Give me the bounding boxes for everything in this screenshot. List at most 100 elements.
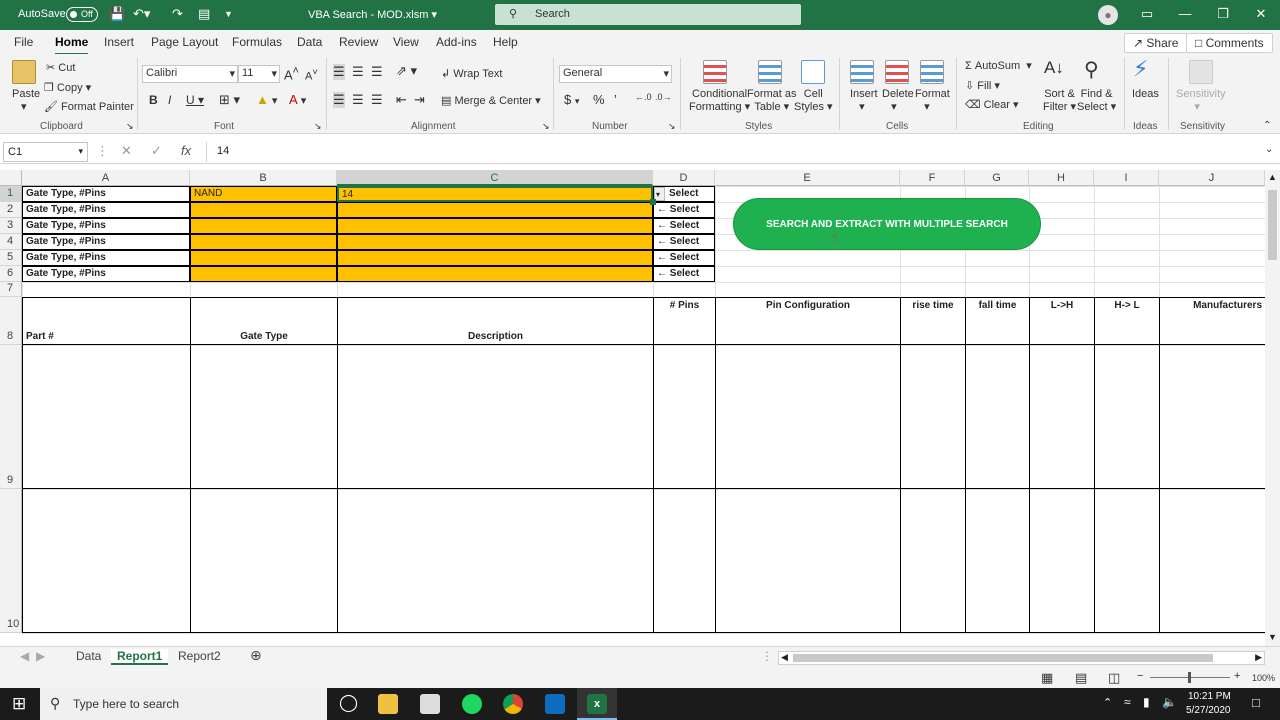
tab-page-layout[interactable]: Page Layout [151, 35, 218, 49]
column-header-d[interactable]: D [653, 170, 715, 186]
data-cell[interactable] [1159, 489, 1265, 633]
select-dropdown[interactable]: ← Select [653, 266, 715, 282]
fill-handle[interactable] [650, 199, 656, 205]
search-criteria-label[interactable]: Gate Type, #Pins [22, 186, 190, 202]
paste-dropdown-icon[interactable]: ▾ [21, 100, 27, 113]
sheet-tab-data[interactable]: Data [70, 649, 107, 663]
currency-icon[interactable]: $ ▾ [564, 92, 579, 107]
tab-view[interactable]: View [393, 35, 419, 49]
spotify-icon[interactable] [462, 694, 482, 714]
select-dropdown[interactable]: ← Select [653, 250, 715, 266]
tab-file[interactable]: File [14, 35, 33, 49]
volume-icon[interactable]: 🔈 [1162, 695, 1177, 709]
gate-type-input[interactable] [190, 250, 337, 266]
row-header-10[interactable]: 10 [0, 489, 22, 633]
search-criteria-label[interactable]: Gate Type, #Pins [22, 234, 190, 250]
font-name-select[interactable]: Calibri ▾ [142, 65, 238, 83]
table-header-a[interactable]: Part # [22, 297, 190, 345]
increase-font-icon[interactable]: A˄ [284, 65, 299, 82]
table-header-b[interactable]: Gate Type [190, 297, 337, 345]
select-dropdown[interactable]: ← Select [653, 218, 715, 234]
tab-addins[interactable]: Add-ins [436, 35, 477, 49]
pin-count-input[interactable] [337, 218, 653, 234]
dialog-launcher-icon[interactable]: ↘ [542, 121, 550, 132]
data-cell[interactable] [715, 345, 900, 489]
row-header-6[interactable]: 6 [0, 266, 22, 282]
table-header-j[interactable]: Manufacturers [1159, 297, 1265, 345]
data-cell[interactable] [900, 345, 965, 489]
zoom-level[interactable]: 100% [1252, 673, 1275, 683]
italic-icon[interactable]: I [168, 93, 171, 107]
taskbar-search[interactable]: ⚲ Type here to search [40, 688, 327, 720]
find-select-icon[interactable]: ⚲ [1084, 57, 1099, 82]
row-header-8[interactable]: 8 [0, 297, 22, 345]
horizontal-scrollbar[interactable]: ◀ ▶ [778, 651, 1265, 665]
data-cell[interactable] [190, 345, 337, 489]
battery-icon[interactable]: ▮ [1143, 695, 1150, 709]
table-header-f[interactable]: rise time [900, 297, 965, 345]
align-center-icon[interactable]: ☰ [352, 92, 364, 108]
excel-taskbar-item[interactable]: x [577, 688, 617, 720]
data-cell[interactable] [653, 489, 715, 633]
store-icon[interactable] [420, 694, 440, 714]
restore-icon[interactable]: ❐ [1204, 0, 1242, 30]
percent-icon[interactable]: % [593, 92, 605, 107]
quick-access-icon[interactable]: ▤ [198, 6, 210, 22]
comma-icon[interactable]: ’ [614, 92, 617, 107]
account-avatar[interactable]: ● [1098, 5, 1118, 25]
pin-count-input[interactable] [337, 234, 653, 250]
decrease-decimal-icon[interactable]: .0→ [655, 92, 672, 102]
pin-count-input[interactable] [337, 250, 653, 266]
data-cell[interactable] [1159, 345, 1265, 489]
spreadsheet-grid[interactable]: ABCDEFGHIJ 1 2 3 4 5 6 7 8 9 10 Gate Type, #Pins N… [0, 170, 1265, 635]
clock-time[interactable]: 10:21 PM [1188, 691, 1231, 702]
zoom-in-icon[interactable]: + [1234, 670, 1240, 682]
dialog-launcher-icon[interactable]: ↘ [126, 121, 134, 132]
pin-count-input[interactable] [337, 266, 653, 282]
align-middle-icon[interactable]: ☰ [352, 64, 364, 80]
align-right-icon[interactable]: ☰ [371, 92, 383, 108]
page-layout-view-icon[interactable]: ▤ [1075, 670, 1087, 686]
tab-insert[interactable]: Insert [104, 35, 134, 49]
underline-icon[interactable]: U ▾ [186, 93, 204, 107]
conditional-formatting-button[interactable]: Conditional Formatting ▾ [689, 88, 750, 113]
pin-count-input[interactable] [337, 202, 653, 218]
align-bottom-icon[interactable]: ☰ [371, 64, 383, 80]
gate-type-input[interactable] [190, 266, 337, 282]
data-cell[interactable] [715, 489, 900, 633]
format-cells-icon[interactable] [920, 60, 944, 84]
format-cells-button[interactable]: Format ▾ [915, 88, 950, 113]
table-header-g[interactable]: fall time [965, 297, 1029, 345]
sort-filter-icon[interactable]: A↓ [1044, 58, 1064, 78]
insert-function-icon[interactable]: fx [181, 143, 191, 158]
normal-view-icon[interactable]: ▦ [1041, 670, 1053, 686]
comments-button[interactable]: □ Comments [1186, 33, 1273, 53]
data-cell[interactable] [965, 489, 1029, 633]
column-header-g[interactable]: G [965, 170, 1029, 186]
share-button[interactable]: ↗ Share [1124, 33, 1188, 53]
scroll-thumb[interactable] [1268, 190, 1277, 260]
data-cell[interactable] [22, 345, 190, 489]
page-break-view-icon[interactable]: ◫ [1108, 670, 1120, 686]
row-header-3[interactable]: 3 [0, 218, 22, 234]
enter-icon[interactable]: ✓ [151, 143, 162, 159]
row-header-4[interactable]: 4 [0, 234, 22, 250]
search-criteria-label[interactable]: Gate Type, #Pins [22, 202, 190, 218]
paste-icon[interactable] [12, 60, 36, 84]
zoom-slider-thumb[interactable] [1188, 672, 1191, 683]
bold-icon[interactable]: B [149, 93, 158, 107]
format-painter-button[interactable]: 🖌 Format Painter [44, 100, 134, 113]
next-sheet-icon[interactable]: ▶ [30, 649, 51, 663]
network-icon[interactable]: ≈ [1124, 695, 1131, 709]
cortana-icon[interactable]: ◯ [339, 693, 358, 713]
redo-icon[interactable]: ↷ [172, 6, 183, 22]
number-format-select[interactable]: General ▾ [559, 65, 672, 83]
find-select-button[interactable]: Find & Select ▾ [1077, 88, 1116, 113]
zoom-out-icon[interactable]: − [1137, 670, 1143, 682]
decrease-font-icon[interactable]: A˅ [305, 67, 318, 83]
row-header-1[interactable]: 1 [0, 186, 22, 202]
search-box[interactable]: ⚲ Search [495, 4, 801, 25]
search-criteria-label[interactable]: Gate Type, #Pins [22, 218, 190, 234]
show-hidden-icons-icon[interactable]: ⌃ [1103, 696, 1112, 709]
customize-icon[interactable]: ▼ [224, 9, 233, 19]
